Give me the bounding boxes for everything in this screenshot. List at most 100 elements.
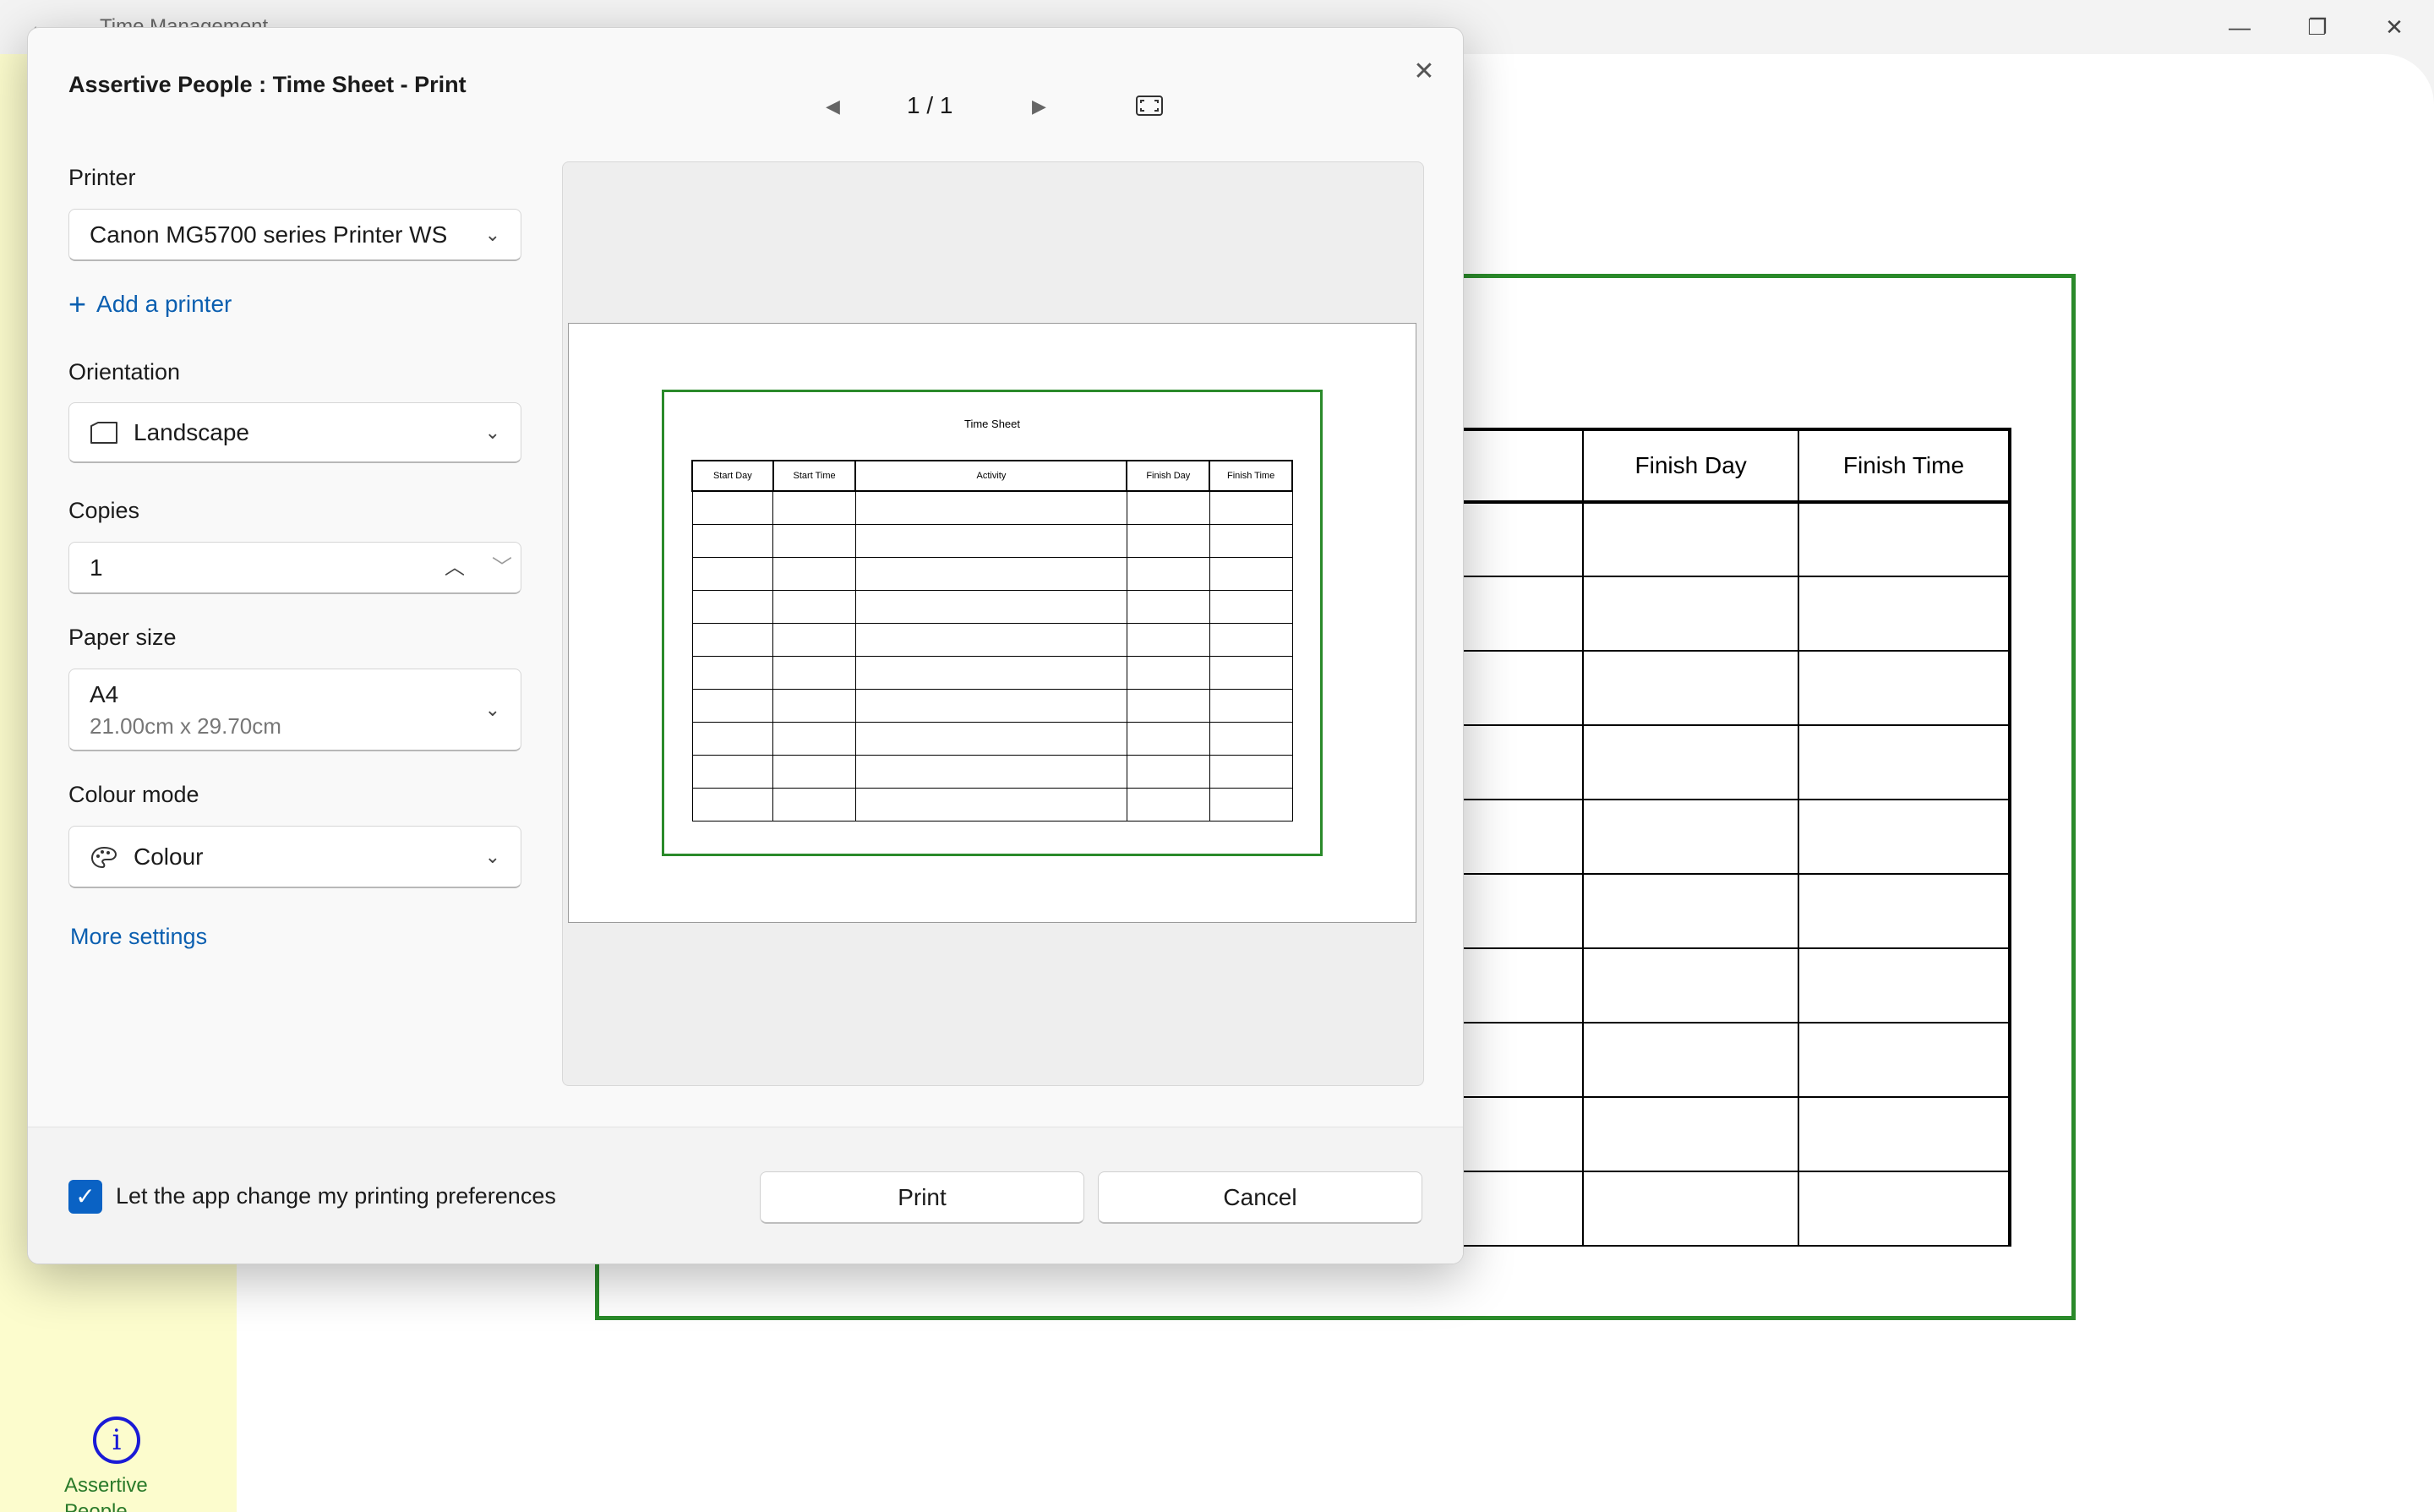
colour-mode-select[interactable]: Colour ⌄ — [68, 826, 521, 888]
decrement-icon[interactable]: ﹀ — [483, 549, 521, 587]
table-cell[interactable] — [1582, 650, 1799, 726]
preview-cell — [772, 688, 856, 723]
minimize-icon[interactable]: — — [2214, 10, 2265, 44]
preview-cell — [772, 490, 856, 525]
printer-label: Printer — [68, 165, 136, 190]
next-page-icon[interactable]: ▶ — [1032, 96, 1046, 117]
print-preview: Time Sheet Start Day Start Time Activity… — [562, 161, 1424, 1086]
preview-cell — [1126, 589, 1210, 624]
table-cell[interactable] — [1582, 799, 1799, 875]
more-settings-link[interactable]: More settings — [70, 924, 207, 950]
table-cell[interactable] — [1797, 650, 2012, 726]
table-cell[interactable] — [1582, 724, 1799, 800]
printing-preferences-checkbox[interactable]: ✓ — [68, 1180, 102, 1214]
table-row — [1376, 799, 2012, 875]
printing-preferences-label[interactable]: Let the app change my printing preferenc… — [116, 1183, 556, 1209]
preview-cell — [772, 523, 856, 558]
orientation-label: Orientation — [68, 359, 181, 385]
preview-cell — [854, 754, 1127, 789]
restore-icon[interactable]: ❐ — [2292, 10, 2343, 44]
table-row — [1376, 1171, 2012, 1247]
preview-cell — [854, 721, 1127, 756]
info-label: Assertive People Information — [64, 1474, 148, 1512]
preview-cell — [772, 622, 856, 657]
preview-cell — [691, 589, 774, 624]
add-printer-label: Add a printer — [96, 291, 232, 317]
preview-table: Start Day Start Time Activity Finish Day… — [691, 460, 1293, 822]
table-cell[interactable] — [1797, 501, 2012, 577]
preview-cell — [772, 787, 856, 822]
table-cell[interactable] — [1797, 1096, 2012, 1172]
table-row — [1376, 724, 2012, 800]
copies-value[interactable]: 1 — [90, 554, 103, 581]
preview-row — [691, 721, 1293, 756]
paper-size-value: A4 — [90, 681, 119, 707]
table-cell[interactable] — [1797, 873, 2012, 949]
preview-cell — [772, 754, 856, 789]
info-icon: i — [93, 1416, 140, 1464]
preview-cell — [691, 556, 774, 591]
paper-size-select[interactable]: A4 21.00cm x 29.70cm ⌄ — [68, 669, 521, 751]
table-cell[interactable] — [1797, 799, 2012, 875]
copies-stepper[interactable]: 1 ︿ ﹀ — [68, 542, 521, 594]
preview-cell — [854, 688, 1127, 723]
printer-select[interactable]: Canon MG5700 series Printer WS ⌄ — [68, 209, 521, 261]
table-row — [1376, 650, 2012, 726]
preview-cell — [691, 754, 774, 789]
preview-cell — [1126, 622, 1210, 657]
table-cell[interactable] — [1582, 947, 1799, 1023]
print-button[interactable]: Print — [760, 1171, 1084, 1224]
time-sheet-table: Finish Day Finish Time — [1376, 428, 2012, 1247]
table-cell[interactable] — [1582, 873, 1799, 949]
preview-row — [691, 622, 1293, 657]
preview-cell — [1209, 655, 1293, 690]
table-row — [1376, 576, 2012, 652]
chevron-down-icon: ⌄ — [484, 421, 500, 443]
dialog-close-icon[interactable]: ✕ — [1405, 53, 1443, 90]
table-cell[interactable] — [1797, 947, 2012, 1023]
table-row — [1376, 1022, 2012, 1098]
preview-cell — [1209, 589, 1293, 624]
preview-cell — [1126, 688, 1210, 723]
paper-size-label: Paper size — [68, 625, 177, 650]
preview-cell — [772, 556, 856, 591]
previous-page-icon[interactable]: ◀ — [826, 96, 840, 117]
table-cell[interactable] — [1582, 1022, 1799, 1098]
preview-cell — [1209, 787, 1293, 822]
preview-cell — [691, 688, 774, 723]
table-row — [1376, 1096, 2012, 1172]
preview-row — [691, 754, 1293, 789]
table-cell[interactable] — [1582, 1096, 1799, 1172]
preview-cell — [772, 655, 856, 690]
preview-cell — [772, 721, 856, 756]
preview-cell — [1126, 787, 1210, 822]
preview-cell — [1209, 622, 1293, 657]
table-cell[interactable] — [1797, 1171, 2012, 1247]
table-cell[interactable] — [1797, 576, 2012, 652]
cancel-button[interactable]: Cancel — [1098, 1171, 1422, 1224]
table-cell[interactable] — [1582, 576, 1799, 652]
preview-cell — [1126, 490, 1210, 525]
preview-cell — [691, 787, 774, 822]
preview-header-row: Start Day Start Time Activity Finish Day… — [691, 460, 1293, 492]
colour-mode-value: Colour — [134, 843, 204, 870]
palette-icon — [90, 846, 117, 868]
increment-icon[interactable]: ︿ — [436, 549, 473, 587]
preview-cell — [691, 523, 774, 558]
chevron-down-icon: ⌄ — [484, 845, 500, 867]
table-cell[interactable] — [1797, 1022, 2012, 1098]
preview-cell — [1209, 754, 1293, 789]
window-close-icon[interactable]: ✕ — [2369, 10, 2420, 44]
copies-label: Copies — [68, 498, 140, 523]
table-cell[interactable] — [1582, 1171, 1799, 1247]
add-printer-link[interactable]: + Add a printer — [68, 287, 232, 322]
preview-header-cell: Activity — [854, 460, 1128, 492]
plus-icon: + — [68, 287, 87, 321]
fit-page-icon[interactable] — [1135, 94, 1164, 117]
preview-cell — [1126, 721, 1210, 756]
table-cell[interactable] — [1582, 501, 1799, 577]
preview-cell — [1209, 721, 1293, 756]
table-cell[interactable] — [1797, 724, 2012, 800]
table-header-finish-time: Finish Time — [1797, 428, 2012, 504]
orientation-select[interactable]: Landscape ⌄ — [68, 402, 521, 463]
